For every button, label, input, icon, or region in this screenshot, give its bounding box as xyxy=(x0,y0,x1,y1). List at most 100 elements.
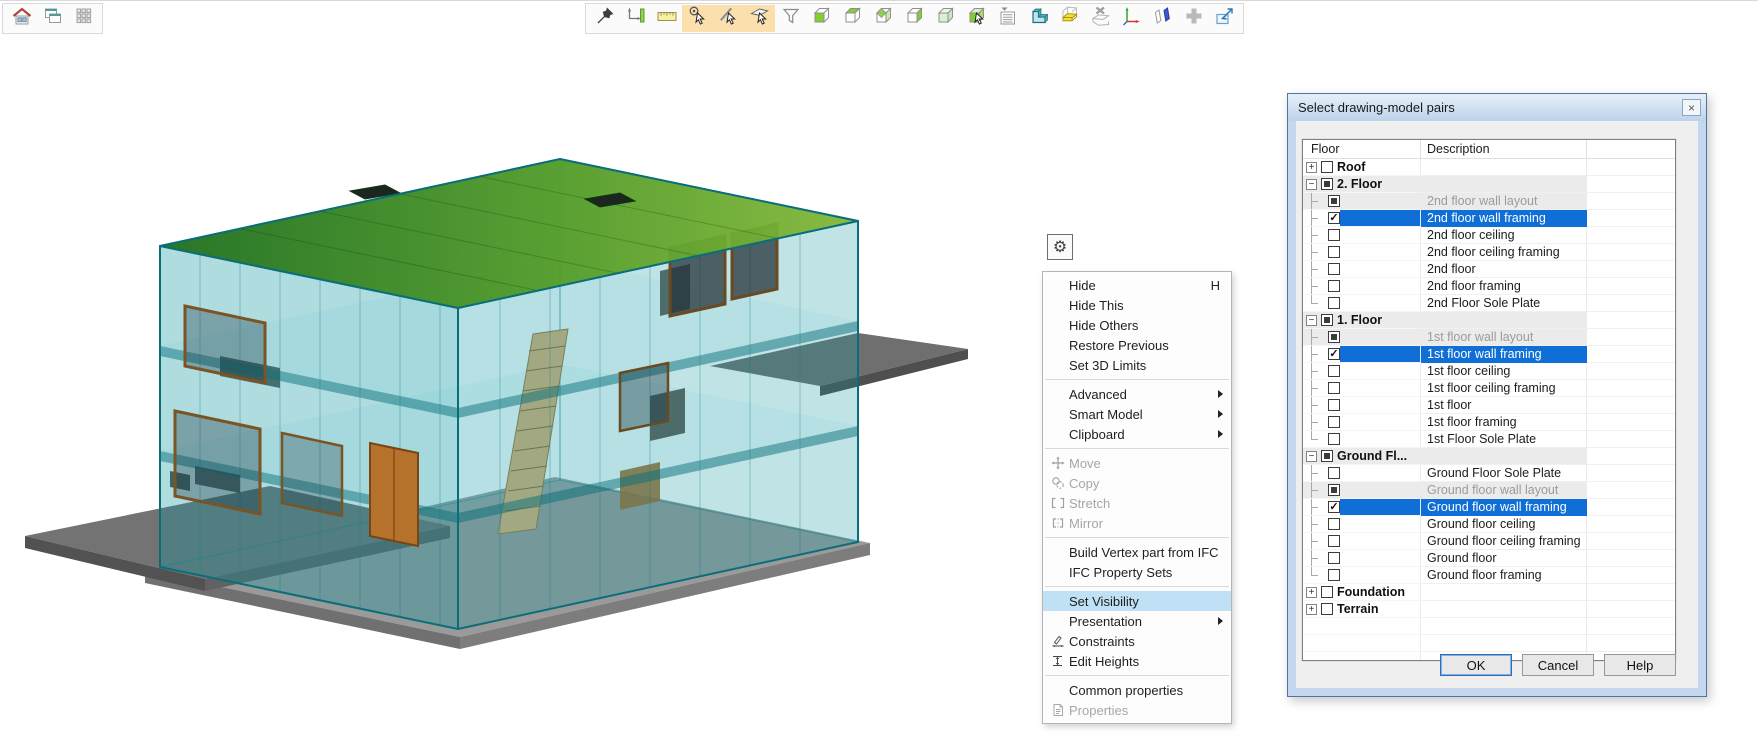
select-face-button[interactable] xyxy=(806,5,837,32)
checkbox-partial[interactable] xyxy=(1328,331,1340,343)
tree-row-2nd-floor-ceiling-framing[interactable]: 2nd floor ceiling framing xyxy=(1303,244,1675,261)
menu-item-common-properties[interactable]: Common properties xyxy=(1043,680,1231,700)
tree-row-foundation[interactable]: +Foundation xyxy=(1303,584,1675,601)
tree-row-ground-floor-ceiling[interactable]: Ground floor ceiling xyxy=(1303,516,1675,533)
tree-row-1st-floor-framing[interactable]: 1st floor framing xyxy=(1303,414,1675,431)
checkbox-none[interactable] xyxy=(1328,246,1340,258)
snap-face-button[interactable] xyxy=(744,5,775,32)
close-button[interactable]: × xyxy=(1682,99,1701,116)
tree-row-1-floor[interactable]: −1. Floor xyxy=(1303,312,1675,329)
checkbox-partial[interactable] xyxy=(1321,314,1333,326)
tree-row-1st-floor-sole-plate[interactable]: 1st Floor Sole Plate xyxy=(1303,431,1675,448)
tree-row-2nd-floor[interactable]: 2nd floor xyxy=(1303,261,1675,278)
select-in-model-button[interactable] xyxy=(961,5,992,32)
checkbox-checked[interactable] xyxy=(1328,212,1340,224)
tree-row-2nd-floor-wall-framing[interactable]: 2nd floor wall framing xyxy=(1303,210,1675,227)
gear-button[interactable]: ⚙ xyxy=(1047,234,1073,260)
wall-panels-button[interactable] xyxy=(1147,5,1178,32)
checkbox-none[interactable] xyxy=(1328,569,1340,581)
menu-item-set-visibility[interactable]: Set Visibility xyxy=(1043,591,1231,611)
checkbox-none[interactable] xyxy=(1321,161,1333,173)
checkbox-none[interactable] xyxy=(1328,382,1340,394)
checkbox-none[interactable] xyxy=(1328,416,1340,428)
checkbox-none[interactable] xyxy=(1328,297,1340,309)
menu-item-build-vertex-part-from-ifc[interactable]: Build Vertex part from IFC xyxy=(1043,542,1231,562)
tree-row-2nd-floor-framing[interactable]: 2nd floor framing xyxy=(1303,278,1675,295)
checkbox-none[interactable] xyxy=(1328,535,1340,547)
tree-row-ground-floor-wall-layout[interactable]: Ground floor wall layout xyxy=(1303,482,1675,499)
menu-item-clipboard[interactable]: Clipboard xyxy=(1043,424,1231,444)
tree-row-1st-floor-ceiling-framing[interactable]: 1st floor ceiling framing xyxy=(1303,380,1675,397)
tree-row-ground-floor-ceiling-framing[interactable]: Ground floor ceiling framing xyxy=(1303,533,1675,550)
expand-icon[interactable]: + xyxy=(1306,587,1317,598)
tree-row-ground-floor[interactable]: Ground floor xyxy=(1303,550,1675,567)
expand-icon[interactable]: + xyxy=(1306,162,1317,173)
tree-row-2nd-floor-sole-plate[interactable]: 2nd Floor Sole Plate xyxy=(1303,295,1675,312)
tree-row-1st-floor[interactable]: 1st floor xyxy=(1303,397,1675,414)
coordinate-axes-button[interactable] xyxy=(1116,5,1147,32)
tree-row-2nd-floor-ceiling[interactable]: 2nd floor ceiling xyxy=(1303,227,1675,244)
menu-item-advanced[interactable]: Advanced xyxy=(1043,384,1231,404)
checkbox-none[interactable] xyxy=(1328,263,1340,275)
tree-row-terrain[interactable]: +Terrain xyxy=(1303,601,1675,618)
tree-row-1st-floor-wall-layout[interactable]: 1st floor wall layout xyxy=(1303,329,1675,346)
snap-edge-button[interactable] xyxy=(713,5,744,32)
tree-row-ground-fl[interactable]: −Ground Fl... xyxy=(1303,448,1675,465)
select-solid-button[interactable] xyxy=(930,5,961,32)
tree-row-ground-floor-sole-plate[interactable]: Ground Floor Sole Plate xyxy=(1303,465,1675,482)
checkbox-none[interactable] xyxy=(1328,280,1340,292)
menu-item-restore-previous[interactable]: Restore Previous xyxy=(1043,335,1231,355)
measure-distance-button[interactable] xyxy=(620,5,651,32)
menu-item-edit-heights[interactable]: Edit Heights xyxy=(1043,651,1231,671)
checkbox-none[interactable] xyxy=(1328,467,1340,479)
checkbox-none[interactable] xyxy=(1328,399,1340,411)
checkbox-partial[interactable] xyxy=(1321,450,1333,462)
slab-part-button[interactable] xyxy=(1054,5,1085,32)
checkbox-none[interactable] xyxy=(1328,552,1340,564)
dialog-titlebar[interactable]: Select drawing-model pairs xyxy=(1288,94,1706,121)
checkbox-partial[interactable] xyxy=(1328,484,1340,496)
export-model-button[interactable] xyxy=(1209,5,1240,32)
tree-row-1st-floor-wall-framing[interactable]: 1st floor wall framing xyxy=(1303,346,1675,363)
checkbox-none[interactable] xyxy=(1328,518,1340,530)
checkbox-checked[interactable] xyxy=(1328,348,1340,360)
checkbox-partial[interactable] xyxy=(1321,178,1333,190)
cascade-windows-button[interactable] xyxy=(37,5,68,32)
menu-item-smart-model[interactable]: Smart Model xyxy=(1043,404,1231,424)
select-top-face-button[interactable] xyxy=(837,5,868,32)
select-side-face-button[interactable] xyxy=(899,5,930,32)
tree-row-roof[interactable]: +Roof xyxy=(1303,159,1675,176)
menu-item-hide-others[interactable]: Hide Others xyxy=(1043,315,1231,335)
snap-point-button[interactable] xyxy=(682,5,713,32)
pin-button[interactable] xyxy=(589,5,620,32)
tree-row-2nd-floor-wall-layout[interactable]: 2nd floor wall layout xyxy=(1303,193,1675,210)
ok-button[interactable]: OK xyxy=(1440,654,1512,676)
menu-item-constraints[interactable]: Constraints xyxy=(1043,631,1231,651)
tree-row-ground-floor-wall-framing[interactable]: Ground floor wall framing xyxy=(1303,499,1675,516)
checkbox-none[interactable] xyxy=(1328,433,1340,445)
cancel-button[interactable]: Cancel xyxy=(1522,654,1594,676)
help-button[interactable]: Help xyxy=(1604,654,1676,676)
menu-item-ifc-property-sets[interactable]: IFC Property Sets xyxy=(1043,562,1231,582)
collapse-icon[interactable]: − xyxy=(1306,315,1317,326)
checkbox-none[interactable] xyxy=(1321,603,1333,615)
3d-viewport[interactable] xyxy=(20,141,980,681)
home-button[interactable] xyxy=(6,5,37,32)
delete-part-button[interactable] xyxy=(1085,5,1116,32)
tree-row-2-floor[interactable]: −2. Floor xyxy=(1303,176,1675,193)
checkbox-checked[interactable] xyxy=(1328,501,1340,513)
menu-item-hide[interactable]: HideH xyxy=(1043,275,1231,295)
menu-item-set-3d-limits[interactable]: Set 3D Limits xyxy=(1043,355,1231,375)
tree-row-ground-floor-framing[interactable]: Ground floor framing xyxy=(1303,567,1675,584)
checkbox-none[interactable] xyxy=(1321,586,1333,598)
checkbox-none[interactable] xyxy=(1328,229,1340,241)
drawing-grid-button[interactable] xyxy=(68,5,99,32)
expand-icon[interactable]: + xyxy=(1306,604,1317,615)
checkbox-none[interactable] xyxy=(1328,365,1340,377)
select-back-face-button[interactable] xyxy=(868,5,899,32)
collapse-icon[interactable]: − xyxy=(1306,451,1317,462)
list-options-button[interactable] xyxy=(992,5,1023,32)
collapse-icon[interactable]: − xyxy=(1306,179,1317,190)
checkbox-partial[interactable] xyxy=(1328,195,1340,207)
add-part-button[interactable] xyxy=(1178,5,1209,32)
